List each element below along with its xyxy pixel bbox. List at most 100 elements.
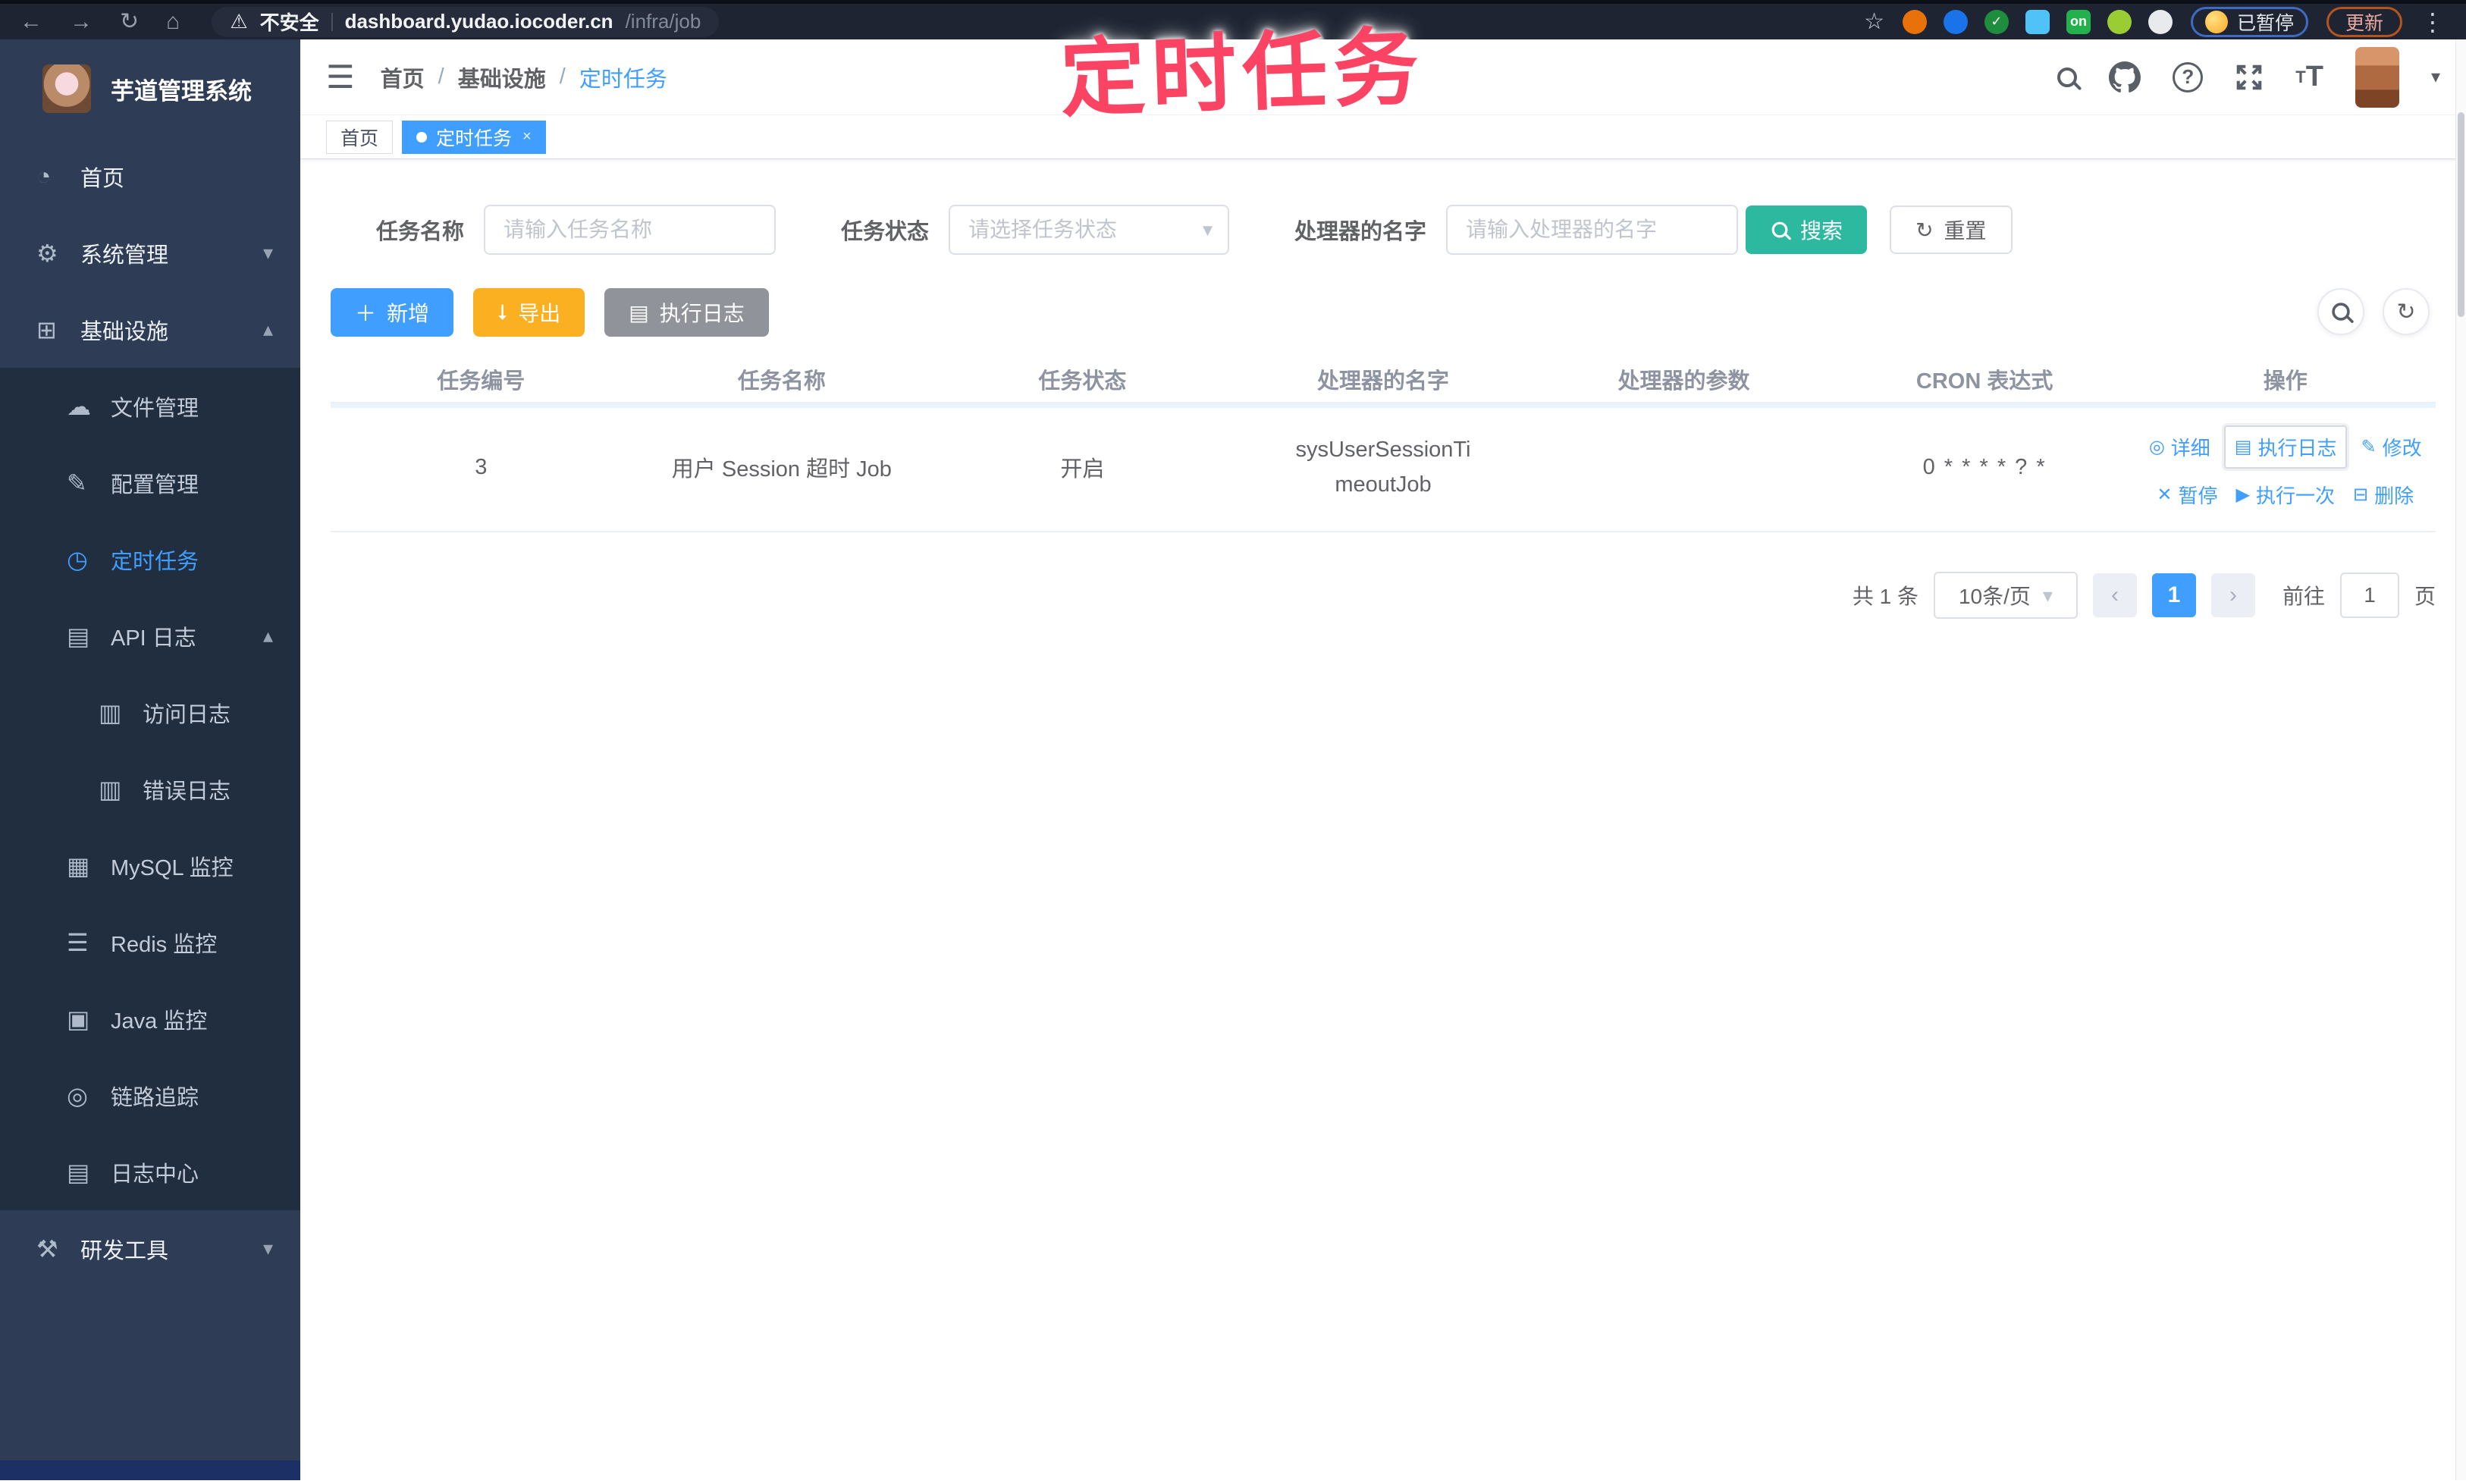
reset-button[interactable]: ↻ 重置 [1890,206,2013,254]
task-status-select-input[interactable] [949,205,1230,255]
tag-首页[interactable]: 首页 [326,120,394,154]
sidebar-item-首页[interactable]: ◔ 首页 [0,138,300,215]
tag-label: 首页 [340,127,379,149]
table-header-row: 任务编号 任务名称 任务状态 处理器的名字 处理器的参数 CRON 表达式 操作 [331,356,2436,403]
goto-page-input[interactable] [2339,573,2399,618]
action-修改[interactable]: ✎ 修改 [2361,433,2421,461]
search-icon[interactable] [2057,67,2078,87]
sidebar-item-访问日志[interactable]: ▥ 访问日志 [0,674,300,751]
action-执行日志[interactable]: ▤ 执行日志 [2235,433,2337,461]
sidebar-item-API 日志[interactable]: ▤ API 日志 ▴ [0,598,300,674]
action-label: 执行日志 [2257,437,2337,460]
refresh-circle-icon[interactable]: ↻ [2383,288,2430,335]
layers-icon: ☰ [67,928,89,956]
handler-name-input[interactable] [1446,205,1739,255]
sidebar-item-Redis 监控[interactable]: ☰ Redis 监控 [0,904,300,980]
sidebar-item-基础设施[interactable]: ⊞ 基础设施 ▴ [0,291,300,368]
focused-action-box: ▤ 执行日志 [2223,425,2348,469]
user-avatar[interactable] [2355,46,2399,108]
fullscreen-icon[interactable] [2235,63,2264,92]
sidebar-menu: ◔ 首页 ⚙ 系统管理 ▾ ⊞ 基础设施 ▴ ☁ 文件管理 ✎ 配置管理 ◷ 定时任务 ▤ API 日志 ▴ ▥ 访… [0,138,300,1287]
action-暂停[interactable]: ✕ 暂停 [2157,481,2217,509]
font-size-icon[interactable]: TT [2295,61,2323,93]
page-scrollbar[interactable] [2455,39,2466,1480]
bookmark-star-icon[interactable]: ☆ [1864,8,1884,35]
avatar-caret-down-icon[interactable]: ▾ [2431,66,2440,88]
emoji-face-icon [2204,10,2228,33]
add-button-label: 新增 [387,302,430,325]
close-icon[interactable]: × [522,128,532,146]
extension-lightblue-icon[interactable] [2025,9,2050,34]
sidebar-logo-row[interactable]: 芋道管理系统 [0,39,300,138]
sidebar-item-研发工具[interactable]: ⚒ 研发工具 ▾ [0,1210,300,1287]
back-icon[interactable]: ← [20,10,42,33]
column-header: 任务名称 [737,369,826,394]
breadcrumb-item[interactable]: 首页 [381,61,425,93]
sidebar-item-label: 首页 [80,166,125,191]
sidebar-item-Java 监控[interactable]: ▣ Java 监控 [0,980,300,1057]
tag-定时任务[interactable]: 定时任务 × [402,120,546,154]
dashboard-icon: ◔ [36,162,52,190]
add-button[interactable]: ＋ 新增 [331,288,454,337]
scrollbar-thumb[interactable] [2458,112,2464,317]
sidebar-item-label: 配置管理 [111,472,199,497]
action-详细[interactable]: ◎ 详细 [2149,433,2210,461]
task-status-select[interactable]: ▾ [949,205,1230,255]
sidebar-item-配置管理[interactable]: ✎ 配置管理 [0,444,300,521]
sidebar-item-label: 系统管理 [80,243,169,268]
column-header: CRON 表达式 [1915,369,2053,394]
chevron-up-icon: ▴ [262,624,273,647]
address-bar[interactable]: ⚠ 不安全 dashboard.yudao.iocoder.cn /infra/… [212,6,720,37]
extension-orange-icon[interactable] [1902,9,1927,34]
search-icon [1771,221,1788,238]
sidebar-item-文件管理[interactable]: ☁ 文件管理 [0,368,300,444]
toolbar-right: ↻ [2317,288,2430,335]
extension-lime-icon[interactable] [2107,9,2132,34]
home-icon[interactable]: ⌂ [166,10,180,33]
extension-blue-icon[interactable] [1943,9,1968,34]
extension-on-badge-icon[interactable]: on [2066,9,2091,34]
filter-task-name: 任务名称 [376,205,777,255]
extension-white-icon[interactable] [2148,9,2173,34]
list-icon: ▤ [629,300,649,325]
github-icon[interactable] [2109,61,2141,93]
search-button[interactable]: 搜索 [1746,206,1868,254]
sidebar-toggle-icon[interactable]: ☰ [326,58,355,96]
action-line: ◎ 详细 ▤ 执行日志 ✎ 修改 [2140,425,2431,469]
browser-menu-icon[interactable]: ⋮ [2421,8,2446,36]
forward-icon[interactable]: → [70,10,93,33]
doc-icon: ▥ [99,698,122,726]
action-删除[interactable]: ⊟ 删除 [2353,481,2414,509]
browser-update-button[interactable]: 更新 [2326,6,2402,37]
action-执行一次[interactable]: ▶ 执行一次 [2235,481,2334,509]
task-name-input[interactable] [484,205,777,255]
annotation-overlay: 定时任务 [1059,19,1426,127]
help-icon[interactable]: ? [2173,61,2204,93]
sidebar-item-系统管理[interactable]: ⚙ 系统管理 ▾ [0,215,300,291]
page-size-select[interactable]: 10条/页 ▾ [1933,572,2078,619]
paused-extension-badge[interactable]: 已暂停 [2190,6,2308,37]
extension-green-check-icon[interactable]: ✓ [1984,9,2009,34]
reload-icon[interactable]: ↻ [120,10,139,33]
action-label: 删除 [2374,485,2414,507]
tools-icon: ⚒ [36,1235,58,1263]
search-circle-icon[interactable] [2317,288,2364,335]
sidebar-item-定时任务[interactable]: ◷ 定时任务 [0,521,300,598]
breadcrumb-item[interactable]: 基础设施 [458,61,546,93]
export-button[interactable]: ⭣ 导出 [473,288,585,337]
current-page-button[interactable]: 1 [2151,573,2196,617]
plus-icon: ＋ [355,302,377,325]
prev-page-button[interactable]: ‹ [2092,573,2137,617]
main-area: ☰ 首页 / 基础设施 / 定时任务 ? T T ▾ 首页 定时任务 × 任务名… [300,39,2466,1480]
sidebar-item-链路追踪[interactable]: ◎ 链路追踪 [0,1057,300,1134]
monitor-icon: ▣ [67,1005,90,1033]
exec-log-button[interactable]: ▤ 执行日志 [604,288,769,337]
sidebar-item-MySQL 监控[interactable]: ▦ MySQL 监控 [0,827,300,904]
sidebar-item-日志中心[interactable]: ▤ 日志中心 [0,1134,300,1210]
sidebar-item-label: 访问日志 [143,702,231,727]
refresh-icon: ↻ [1915,218,1934,242]
sidebar-item-label: API 日志 [111,626,196,651]
breadcrumb-item[interactable]: 定时任务 [579,61,667,93]
sidebar-item-错误日志[interactable]: ▥ 错误日志 [0,751,300,827]
next-page-button[interactable]: › [2210,573,2255,617]
